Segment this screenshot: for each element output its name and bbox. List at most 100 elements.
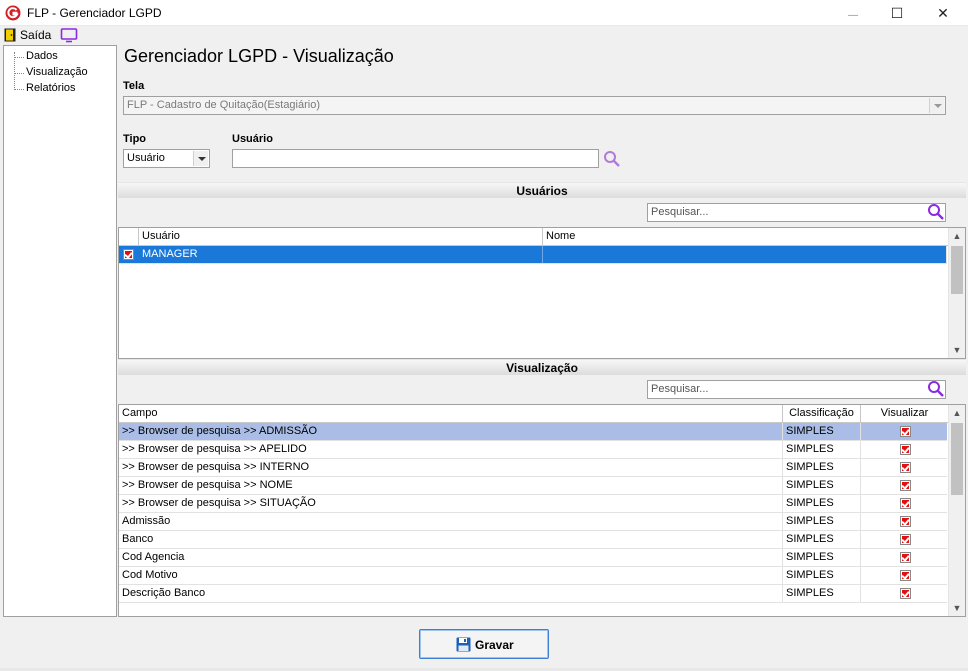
visualizar-checkbox[interactable] <box>900 498 911 509</box>
tree-connector <box>14 57 24 58</box>
usuario-input[interactable] <box>232 149 599 168</box>
column-header-campo[interactable]: Campo <box>119 405 783 423</box>
table-row[interactable]: Banco SIMPLES <box>119 531 947 549</box>
save-button[interactable]: Gravar <box>419 629 549 659</box>
cell-campo: >> Browser de pesquisa >> INTERNO <box>119 459 783 476</box>
tree-item-visualizacao[interactable]: Visualização <box>26 66 88 78</box>
tela-select[interactable]: FLP - Cadastro de Quitação(Estagiário) <box>123 96 946 115</box>
view-grid: Campo Classificação Visualizar >> Browse… <box>118 404 966 617</box>
close-button[interactable]: ✕ <box>920 0 966 26</box>
cell-usuario: MANAGER <box>139 246 543 263</box>
app-logo-icon <box>5 5 21 21</box>
view-section-header: Visualização <box>118 359 966 375</box>
cell-classificacao: SIMPLES <box>783 567 861 584</box>
users-search-placeholder: Pesquisar... <box>651 206 709 218</box>
window-title: FLP - Gerenciador LGPD <box>27 6 162 20</box>
tipo-value: Usuário <box>127 152 165 164</box>
column-header-visualizar[interactable]: Visualizar <box>861 405 949 423</box>
cell-classificacao: SIMPLES <box>783 585 861 602</box>
toolbar: Saída <box>0 26 968 44</box>
table-row[interactable]: >> Browser de pesquisa >> NOME SIMPLES <box>119 477 947 495</box>
navigation-tree: Dados Visualização Relatórios <box>3 45 117 617</box>
minimize-icon: — <box>848 10 858 21</box>
table-row[interactable]: Descrição Banco SIMPLES <box>119 585 947 603</box>
view-scrollbar[interactable]: ▲ ▼ <box>948 405 965 616</box>
cell-classificacao: SIMPLES <box>783 549 861 566</box>
exit-door-icon <box>4 28 16 42</box>
search-icon[interactable] <box>927 203 945 221</box>
tela-value: FLP - Cadastro de Quitação(Estagiário) <box>127 99 320 111</box>
users-scrollbar[interactable]: ▲ ▼ <box>948 228 965 358</box>
scroll-down-icon[interactable]: ▼ <box>949 600 965 616</box>
table-row[interactable]: Admissão SIMPLES <box>119 513 947 531</box>
cell-classificacao: SIMPLES <box>783 513 861 530</box>
table-row[interactable]: MANAGER <box>119 246 947 264</box>
cell-classificacao: SIMPLES <box>783 531 861 548</box>
tree-connector <box>14 73 24 74</box>
view-search-placeholder: Pesquisar... <box>651 383 709 395</box>
visualizar-checkbox[interactable] <box>900 462 911 473</box>
column-header-classificacao[interactable]: Classificação <box>783 405 861 423</box>
visualizar-checkbox[interactable] <box>900 588 911 599</box>
cell-campo: Cod Motivo <box>119 567 783 584</box>
cell-classificacao: SIMPLES <box>783 495 861 512</box>
users-section-header: Usuários <box>118 182 966 198</box>
table-row[interactable]: >> Browser de pesquisa >> SITUAÇÃO SIMPL… <box>119 495 947 513</box>
cell-campo: Banco <box>119 531 783 548</box>
exit-label: Saída <box>20 28 52 42</box>
view-grid-header: Campo Classificação Visualizar <box>119 405 949 423</box>
cell-campo: >> Browser de pesquisa >> ADMISSÃO <box>119 423 783 440</box>
view-search-input[interactable]: Pesquisar... <box>647 380 946 399</box>
visualizar-checkbox[interactable] <box>900 426 911 437</box>
table-row[interactable]: >> Browser de pesquisa >> ADMISSÃO SIMPL… <box>119 423 947 441</box>
cell-classificacao: SIMPLES <box>783 423 861 440</box>
users-search-input[interactable]: Pesquisar... <box>647 203 946 222</box>
visualizar-checkbox[interactable] <box>900 552 911 563</box>
search-icon[interactable] <box>927 380 945 398</box>
table-row[interactable]: >> Browser de pesquisa >> APELIDO SIMPLE… <box>119 441 947 459</box>
tipo-label: Tipo <box>123 133 147 145</box>
tipo-select[interactable]: Usuário <box>123 149 210 168</box>
tela-label: Tela <box>123 80 145 92</box>
table-row[interactable]: Cod Agencia SIMPLES <box>119 549 947 567</box>
scroll-thumb[interactable] <box>951 246 963 294</box>
visualizar-checkbox[interactable] <box>900 444 911 455</box>
monitor-icon[interactable] <box>60 27 78 43</box>
cell-classificacao: SIMPLES <box>783 477 861 494</box>
scroll-thumb[interactable] <box>951 423 963 495</box>
cell-campo: Cod Agencia <box>119 549 783 566</box>
minimize-button[interactable]: — <box>830 0 876 26</box>
tree-item-relatorios[interactable]: Relatórios <box>26 82 76 94</box>
visualizar-checkbox[interactable] <box>900 516 911 527</box>
maximize-button[interactable]: ☐ <box>874 0 920 26</box>
table-row[interactable]: >> Browser de pesquisa >> INTERNO SIMPLE… <box>119 459 947 477</box>
cell-nome <box>543 246 947 263</box>
scroll-up-icon[interactable]: ▲ <box>949 405 965 421</box>
scroll-down-icon[interactable]: ▼ <box>949 342 965 358</box>
tree-item-dados[interactable]: Dados <box>26 50 58 62</box>
tree-connector <box>14 89 24 90</box>
cell-campo: >> Browser de pesquisa >> NOME <box>119 477 783 494</box>
users-section-title: Usuários <box>516 184 568 198</box>
table-row[interactable]: Cod Motivo SIMPLES <box>119 567 947 585</box>
title-bar: FLP - Gerenciador LGPD — ☐ ✕ <box>0 0 968 26</box>
cell-classificacao: SIMPLES <box>783 459 861 476</box>
column-header-nome[interactable]: Nome <box>543 228 949 246</box>
chevron-down-icon <box>193 151 208 166</box>
search-icon[interactable] <box>603 150 621 168</box>
visualizar-checkbox[interactable] <box>900 480 911 491</box>
floppy-disk-icon <box>456 637 471 652</box>
cell-campo: >> Browser de pesquisa >> APELIDO <box>119 441 783 458</box>
cell-campo: Admissão <box>119 513 783 530</box>
visualizar-checkbox[interactable] <box>900 534 911 545</box>
column-header-usuario[interactable]: Usuário <box>139 228 543 246</box>
check-column-header <box>119 228 139 246</box>
exit-button[interactable]: Saída <box>0 26 56 44</box>
scroll-up-icon[interactable]: ▲ <box>949 228 965 244</box>
row-checkbox[interactable] <box>123 249 134 260</box>
view-section-title: Visualização <box>506 361 578 375</box>
usuario-label: Usuário <box>232 133 273 145</box>
chevron-down-icon <box>929 98 944 113</box>
cell-campo: >> Browser de pesquisa >> SITUAÇÃO <box>119 495 783 512</box>
visualizar-checkbox[interactable] <box>900 570 911 581</box>
